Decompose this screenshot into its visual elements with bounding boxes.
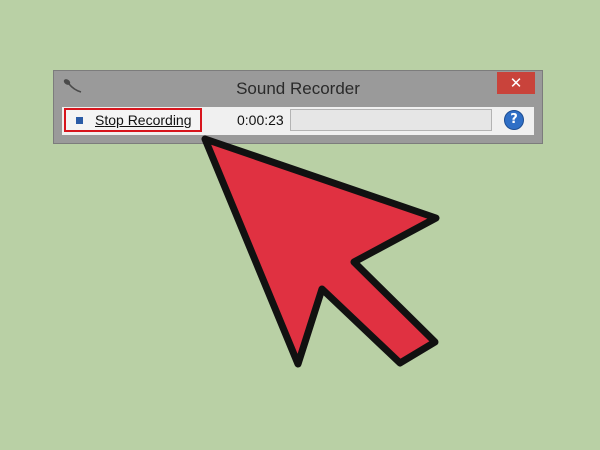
elapsed-time: 0:00:23: [237, 112, 284, 128]
stop-label-access-key: S: [95, 112, 105, 128]
close-button[interactable]: ✕: [497, 72, 535, 94]
help-button[interactable]: ?: [504, 110, 524, 130]
title-bar[interactable]: Sound Recorder ✕: [54, 71, 542, 107]
stop-recording-label: Stop Recording: [95, 112, 192, 128]
audio-level-meter: [290, 109, 492, 131]
stop-icon: [76, 117, 83, 124]
close-icon: ✕: [509, 74, 523, 92]
stop-recording-button[interactable]: Stop Recording: [64, 108, 202, 132]
help-icon: ?: [510, 112, 518, 127]
arrow-shape: [201, 135, 440, 368]
pointer-arrow-annotation: [201, 135, 440, 368]
stop-label-rest: top Recording: [104, 112, 192, 128]
window-title: Sound Recorder: [236, 79, 360, 98]
